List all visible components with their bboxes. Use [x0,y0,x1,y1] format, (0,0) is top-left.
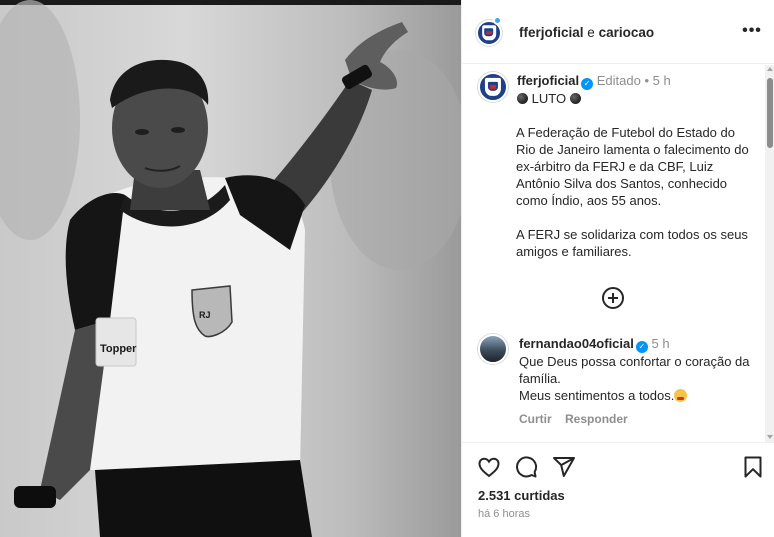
heart-icon[interactable] [477,455,501,479]
black-circle-emoji [569,93,581,104]
caption-time[interactable]: 5 h [653,73,671,88]
post-details-panel: fferjoficial e cariocao ••• fferjoficial… [461,0,774,537]
authors-connector: e [587,25,595,40]
scrollbar-thumb[interactable] [767,78,773,148]
sponsor-text: Topper [100,343,137,355]
comment-actions: Curtir Responder [519,412,638,426]
caption-avatar[interactable] [478,72,508,102]
flushed-face-emoji [674,389,688,402]
caption-text: A Federação de Futebol do Estado do Rio … [516,125,749,259]
header-separator: • [644,73,650,88]
likes-count[interactable]: 2.531 curtidas [478,488,565,503]
caption-headline: LUTO [517,91,581,106]
scrollbar[interactable] [765,65,774,442]
post-timestamp[interactable]: há 6 horas [478,508,530,520]
commenter-avatar[interactable] [478,334,508,364]
share-icon[interactable] [552,455,576,479]
collaborator-username[interactable]: cariocao [599,25,655,40]
post-actions: 2.531 curtidas há 6 horas [462,444,774,537]
comment-like-button[interactable]: Curtir [519,412,552,426]
post-authors: fferjoficial e cariocao [519,25,654,40]
post-header: fferjoficial e cariocao ••• [462,0,774,64]
scroll-up-icon[interactable] [767,67,773,71]
verified-badge-icon: ✓ [635,341,648,353]
more-horizontal-icon[interactable]: ••• [741,22,763,42]
comment-reply-button[interactable]: Responder [565,412,628,426]
referee-illustration: Topper RJ [0,0,461,537]
comment-time[interactable]: 5 h [652,336,670,351]
verified-badge-icon: ✓ [581,78,594,90]
badge-text: RJ [199,310,211,320]
post-photo[interactable]: Topper RJ [0,0,461,537]
black-circle-emoji [517,93,528,104]
comment-text: Que Deus possa confortar o coração da fa… [519,353,755,404]
author-username[interactable]: fferjoficial [519,25,584,40]
comment-icon[interactable] [514,455,538,479]
comment-header: fernandao04oficial ✓ 5 h [519,336,670,353]
caption-username[interactable]: fferjoficial [517,73,579,88]
edited-label: Editado [596,73,641,88]
comments-scroll-area[interactable]: fferjoficial ✓ Editado • 5 h LUTO A Feder… [462,65,774,443]
headline-text: LUTO [531,91,567,106]
load-more-comments-icon[interactable] [602,287,624,309]
collab-avatar-indicator [493,16,502,25]
comment-text-content: Que Deus possa confortar o coração da fa… [519,354,750,403]
bookmark-icon[interactable] [741,455,765,479]
scroll-down-icon[interactable] [767,435,773,439]
caption-header: fferjoficial ✓ Editado • 5 h [517,73,671,90]
commenter-username[interactable]: fernandao04oficial [519,336,634,351]
